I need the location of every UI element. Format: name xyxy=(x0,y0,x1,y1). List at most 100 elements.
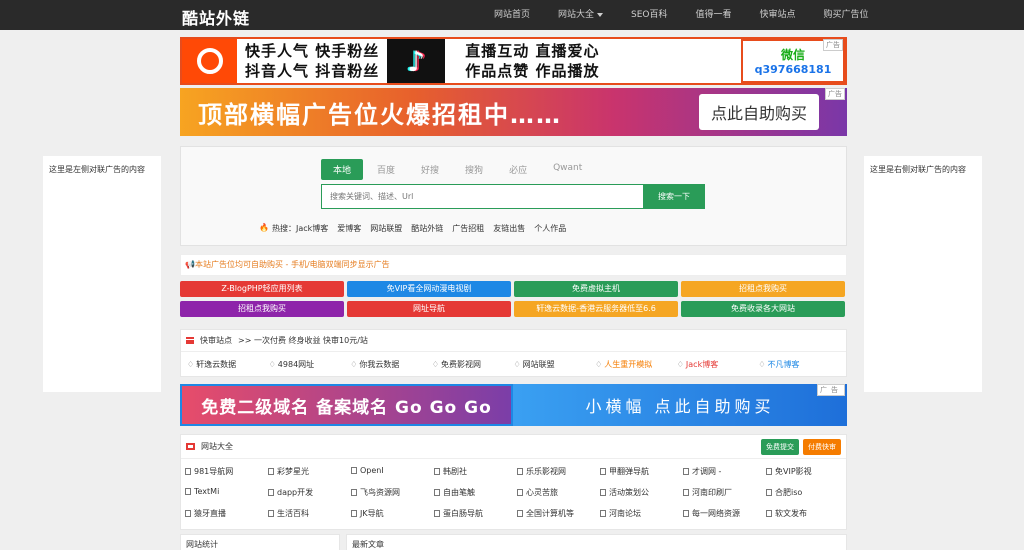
directory-site-link[interactable]: 猿牙直播 xyxy=(185,508,268,519)
hot-link[interactable]: 广告招租 xyxy=(452,223,484,234)
ad-free-domain[interactable]: 免费二级域名 备案域名 Go Go Go xyxy=(180,384,513,426)
quick-review-title: 快审站点 xyxy=(200,336,232,345)
directory-site-link[interactable]: 河南印刷厂 xyxy=(683,487,766,498)
search-input[interactable] xyxy=(321,184,643,209)
directory-site-link[interactable]: 活动策划公 xyxy=(600,487,683,498)
color-link[interactable]: Z-BlogPHP轻应用列表 xyxy=(180,281,344,297)
diamond-icon: ♢ xyxy=(595,360,603,369)
nav-home[interactable]: 网站首页 xyxy=(494,0,530,30)
hot-searches: 🔥 热搜： Jack博客 爱博客 网站联盟 酷站外链 广告招租 友链出售 个人作… xyxy=(259,223,575,234)
bottom-panels: 网站统计 最新文章 xyxy=(180,534,847,550)
stats-title: 网站统计 xyxy=(186,539,218,549)
quick-review-item[interactable]: ♢ 网站联盟 xyxy=(514,359,596,370)
site-logo[interactable]: 酷站外链 xyxy=(182,5,250,29)
quick-review-item[interactable]: ♢ 轩逸云数据 xyxy=(187,359,269,370)
tab-sogou[interactable]: 搜狗 xyxy=(453,159,495,180)
menu-icon xyxy=(186,337,194,344)
quick-review-list: ♢ 轩逸云数据 ♢ 4984网址 ♢ 你我云数据 ♢ 免费影视网 ♢ 网站联盟 ♢ 人生重开… xyxy=(181,352,846,377)
directory-site-link[interactable]: OpenI xyxy=(351,466,434,477)
directory-site-link[interactable]: 心灵苦旅 xyxy=(517,487,600,498)
ad-buy-button[interactable]: 点此自助购买 xyxy=(698,94,819,130)
directory-site-link[interactable]: 乐乐影视网 xyxy=(517,466,600,477)
directory-site-link[interactable]: JK导航 xyxy=(351,508,434,519)
right-couplet-ad[interactable]: 这里是右侧对联广告的内容 xyxy=(864,156,982,392)
directory-site-link[interactable]: 才调网 - xyxy=(683,466,766,477)
ad-small-banner[interactable]: 广告 小横幅 点此自助购买 xyxy=(513,384,847,426)
ad-tag: 广告 xyxy=(823,39,843,51)
notice-bar: 📢本站广告位均可自助购买 - 手机/电脑双端同步显示广告 xyxy=(180,254,847,276)
hot-link[interactable]: 个人作品 xyxy=(534,223,566,234)
chevron-down-icon xyxy=(597,12,604,17)
tab-haosou[interactable]: 好搜 xyxy=(409,159,451,180)
copy-icon xyxy=(268,468,274,475)
directory-site-link[interactable]: 每一网络资源 xyxy=(683,508,766,519)
directory-site-link[interactable]: 飞鸟资源网 xyxy=(351,487,434,498)
nav-seo-wiki[interactable]: SEO百科 xyxy=(631,0,667,30)
diamond-icon: ♢ xyxy=(350,360,358,369)
quick-review-item[interactable]: ♢ 你我云数据 xyxy=(350,359,432,370)
quick-review-item[interactable]: ♢ 4984网址 xyxy=(269,359,351,370)
tab-local[interactable]: 本地 xyxy=(321,159,364,180)
paid-review-button[interactable]: 付费快审 xyxy=(803,438,841,455)
quick-review-item[interactable]: ♢ 人生重开模拟 xyxy=(595,359,677,370)
copy-icon xyxy=(683,510,689,517)
directory-site-link[interactable]: 生活百科 xyxy=(268,508,351,519)
nav-buy-ads[interactable]: 购买广告位 xyxy=(824,0,869,30)
search-panel: 本地 百度 好搜 搜狗 必应 Qwant 搜索一下 🔥 热搜： Jack博客 爱… xyxy=(180,146,847,246)
directory-site-link[interactable]: 免VIP影视 xyxy=(766,466,849,477)
copy-icon xyxy=(600,468,606,475)
tab-bing[interactable]: 必应 xyxy=(497,159,539,180)
color-link[interactable]: 网址导航 xyxy=(347,301,511,317)
copy-icon xyxy=(268,489,274,496)
copy-icon xyxy=(351,467,357,474)
search-engine-tabs: 本地 百度 好搜 搜狗 必应 Qwant xyxy=(321,159,596,180)
nav-quick-review[interactable]: 快审站点 xyxy=(760,0,796,30)
quick-review-item[interactable]: ♢ 免费影视网 xyxy=(432,359,514,370)
color-link[interactable]: 免费虚拟主机 xyxy=(514,281,678,297)
hot-link[interactable]: 网站联盟 xyxy=(370,223,402,234)
directory-site-link[interactable]: 软文发布 xyxy=(766,508,849,519)
copy-icon xyxy=(268,510,274,517)
directory-site-link[interactable]: 甲翻弹导航 xyxy=(600,466,683,477)
color-link[interactable]: 免VIP看全网动漫电视剧 xyxy=(347,281,511,297)
copy-icon xyxy=(434,468,440,475)
quick-review-item[interactable]: ♢ Jack博客 xyxy=(677,359,759,370)
color-link[interactable]: 免费收录各大网站 xyxy=(681,301,845,317)
nav-site-directory[interactable]: 网站大全 xyxy=(558,0,604,30)
color-link[interactable]: 招租点我购买 xyxy=(681,281,845,297)
hot-link[interactable]: 友链出售 xyxy=(493,223,525,234)
ad-text-left: 快手人气 快手粉丝 抖音人气 抖音粉丝 xyxy=(245,42,380,80)
tab-qwant[interactable]: Qwant xyxy=(541,159,594,180)
directory-site-link[interactable]: 彩梦星光 xyxy=(268,466,351,477)
directory-site-link[interactable]: TextMi xyxy=(185,487,268,498)
directory-site-link[interactable]: dapp开发 xyxy=(268,487,351,498)
directory-site-link[interactable]: 981导航网 xyxy=(185,466,268,477)
directory-site-link[interactable]: 河南论坛 xyxy=(600,508,683,519)
nav-worth-reading[interactable]: 值得一看 xyxy=(696,0,732,30)
color-link[interactable]: 招租点我购买 xyxy=(180,301,344,317)
wechat-id: q397668181 xyxy=(754,63,832,76)
hot-link[interactable]: Jack博客 xyxy=(296,223,328,234)
left-couplet-ad[interactable]: 这里是左侧对联广告的内容 xyxy=(43,156,161,392)
hot-link[interactable]: 爱博客 xyxy=(337,223,361,234)
site-directory-panel: 网站大全 免费提交 付费快审 981导航网 彩梦星光 OpenI 韩剧社 乐乐影视网 甲翻… xyxy=(180,434,847,530)
copy-icon xyxy=(517,468,523,475)
copy-icon xyxy=(517,489,523,496)
notice-text[interactable]: 本站广告位均可自助购买 - 手机/电脑双端同步显示广告 xyxy=(195,260,390,269)
color-link[interactable]: 轩逸云数据-香港云服务器低至6.6 xyxy=(514,301,678,317)
search-row: 搜索一下 xyxy=(321,184,705,209)
hot-link[interactable]: 酷站外链 xyxy=(411,223,443,234)
quick-review-item[interactable]: ♢ 不凡博客 xyxy=(758,359,840,370)
directory-site-link[interactable]: 自由笔触 xyxy=(434,487,517,498)
directory-site-link[interactable]: 韩剧社 xyxy=(434,466,517,477)
directory-grid: 981导航网 彩梦星光 OpenI 韩剧社 乐乐影视网 甲翻弹导航 才调网 - 免VIP影视 T… xyxy=(181,459,846,526)
free-submit-button[interactable]: 免费提交 xyxy=(761,438,799,455)
diamond-icon: ♢ xyxy=(758,360,766,369)
tab-baidu[interactable]: 百度 xyxy=(365,159,407,180)
ad-kuaishou-douyin[interactable]: 广告 快手人气 快手粉丝 抖音人气 抖音粉丝 ♪ 直播互动 直播爱心 作品点赞 … xyxy=(180,37,847,85)
directory-site-link[interactable]: 合肥iso xyxy=(766,487,849,498)
search-button[interactable]: 搜索一下 xyxy=(643,184,705,209)
directory-site-link[interactable]: 蛋白肠导航 xyxy=(434,508,517,519)
ad-banner-top[interactable]: 广告 顶部横幅广告位火爆招租中…… 点此自助购买 xyxy=(180,88,847,136)
directory-site-link[interactable]: 全国计算机等 xyxy=(517,508,600,519)
